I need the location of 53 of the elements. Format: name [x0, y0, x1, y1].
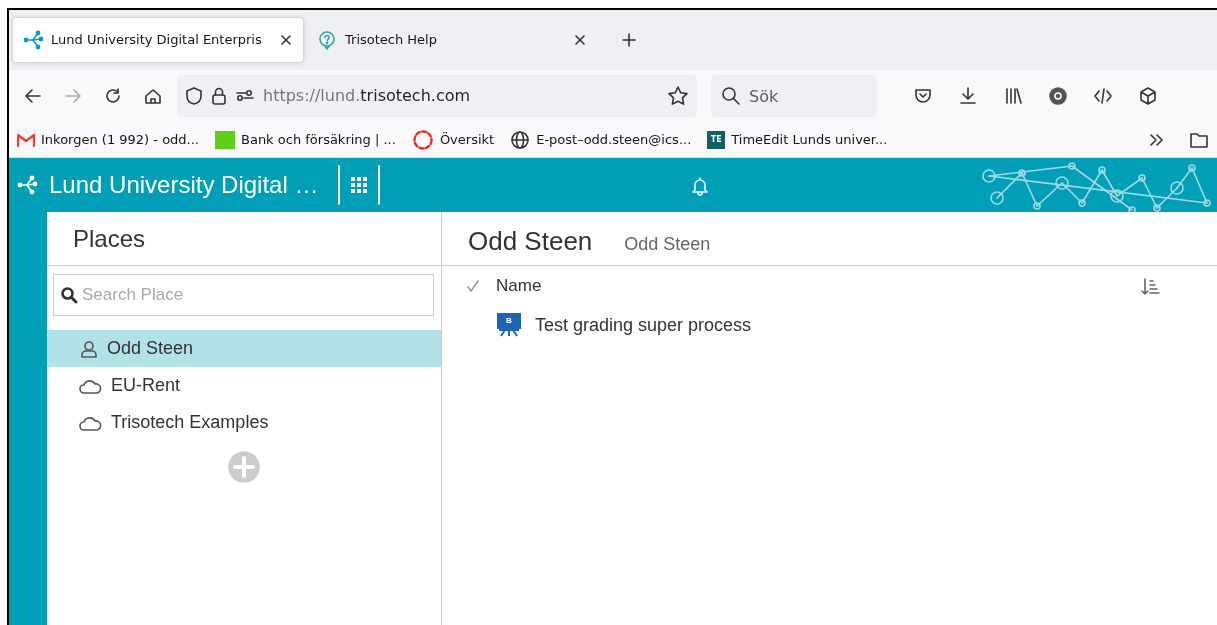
bell-icon[interactable] [690, 175, 711, 196]
account-icon[interactable] [1048, 86, 1068, 106]
place-title: Odd Steen [468, 226, 593, 258]
permissions-icon [235, 88, 255, 104]
bookmark[interactable]: Bank och försäkring | ... [215, 129, 396, 150]
network-logo-icon[interactable] [17, 174, 39, 197]
user-icon [79, 338, 99, 359]
apps-grid-button[interactable] [338, 165, 381, 205]
place-item[interactable]: Odd Steen [47, 330, 441, 367]
code-icon[interactable] [1093, 86, 1113, 106]
search-field[interactable]: Sök [711, 75, 877, 117]
library-icon[interactable] [1003, 86, 1023, 106]
panel-title: Places [47, 212, 441, 266]
column-header[interactable]: Name [496, 273, 542, 299]
shield-icon [185, 86, 203, 106]
lock-icon [211, 86, 227, 106]
mail-icon [17, 132, 35, 147]
place-search-field[interactable]: Search Place [53, 274, 434, 316]
bookmark[interactable]: TE TimeEdit Lunds univer... [707, 129, 888, 150]
browser-tab[interactable]: Lund University Digital Enterpris [13, 18, 303, 62]
star-icon[interactable] [667, 85, 689, 107]
ring-icon [411, 128, 434, 151]
download-icon[interactable] [958, 86, 978, 106]
bookmark[interactable]: Översikt [411, 128, 495, 151]
home-icon [144, 87, 162, 105]
new-tab-icon[interactable] [621, 32, 637, 48]
close-icon[interactable] [573, 33, 587, 47]
network-icon [23, 30, 43, 50]
bank-logo-icon [215, 130, 235, 149]
pocket-icon[interactable] [913, 86, 933, 106]
place-item[interactable]: EU-Rent [47, 367, 441, 404]
globe-icon [510, 129, 531, 150]
folder-icon[interactable] [1189, 130, 1209, 149]
search-icon [721, 86, 741, 106]
timeedit-logo-icon: TE [707, 130, 726, 149]
url-text[interactable]: https://lund.trisotech.com [263, 84, 659, 108]
reload-icon [104, 87, 122, 105]
bookmark[interactable]: Inkorgen (1 992) - odd... [17, 129, 199, 150]
close-icon[interactable] [279, 33, 293, 47]
search-icon [60, 286, 78, 304]
bookmark[interactable]: E-post–odd.steen@ics... [510, 129, 692, 150]
address-bar[interactable]: https://lund.trisotech.com [177, 75, 697, 117]
check-icon[interactable] [466, 279, 480, 293]
extension-box-icon[interactable] [1138, 86, 1158, 106]
back-arrow-icon [24, 87, 42, 105]
browser-tab[interactable]: Trisotech Help [307, 18, 597, 62]
place-item[interactable]: Trisotech Examples [47, 404, 441, 441]
model-item[interactable]: B Test grading super process [442, 306, 1217, 344]
grid-icon [351, 177, 368, 193]
place-subtitle: Odd Steen [624, 233, 711, 256]
forward-arrow-icon [64, 87, 82, 105]
sort-icon[interactable] [1141, 276, 1161, 297]
help-icon [317, 30, 337, 50]
